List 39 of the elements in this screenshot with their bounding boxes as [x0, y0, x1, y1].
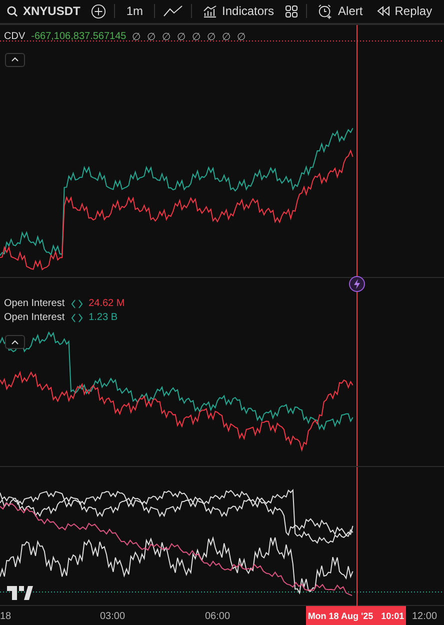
grid-icon[interactable] [285, 4, 298, 18]
collapse-button[interactable] [5, 335, 25, 350]
indicator-value: -667,106,837.567145 [31, 31, 126, 42]
rewind-icon [376, 6, 390, 16]
alarm-clock-icon [318, 4, 334, 19]
indicator-value: 24.62 M [88, 298, 125, 310]
empty-value: ∅ [177, 30, 186, 43]
chevron-up-icon [11, 57, 19, 62]
symbol-search[interactable]: XNYUSDT [4, 1, 84, 22]
line-chart-icon[interactable] [163, 5, 184, 18]
logo-icon [7, 586, 33, 600]
search-icon [7, 6, 18, 17]
empty-value: ∅ [207, 30, 216, 43]
empty-value: ∅ [192, 30, 202, 43]
collapse-button[interactable] [5, 52, 25, 67]
alert-button[interactable]: Alert [315, 1, 366, 22]
chevron-up-icon [11, 340, 19, 345]
time-label: 03:00 [100, 611, 126, 622]
brackets-icon[interactable] [70, 312, 83, 323]
time-label: 12:00 [412, 611, 438, 622]
indicator-name: Open Interest [4, 312, 65, 324]
interval-button[interactable]: 1m [123, 1, 146, 22]
empty-value: ∅ [132, 30, 142, 43]
time-label: 18 [0, 611, 12, 622]
empty-value: ∅ [147, 30, 156, 43]
indicator-value: 1.23 B [88, 312, 118, 324]
lightning-icon[interactable] [349, 276, 365, 292]
add-icon[interactable] [91, 4, 106, 19]
crosshair-time-label: Mon 18 Aug '25 10:01 [306, 606, 406, 625]
replay-button[interactable]: Replay [374, 1, 436, 22]
indicators-button[interactable]: Indicators [200, 1, 278, 22]
empty-value: ∅ [222, 30, 232, 43]
bar-chart-icon [203, 4, 218, 18]
indicator-name: CDV [4, 31, 26, 42]
empty-value: ∅ [237, 30, 246, 43]
time-label: 06:00 [205, 611, 230, 622]
brackets-icon[interactable] [70, 298, 83, 309]
empty-value: ∅ [162, 30, 172, 43]
indicator-name: Open Interest [4, 298, 65, 310]
